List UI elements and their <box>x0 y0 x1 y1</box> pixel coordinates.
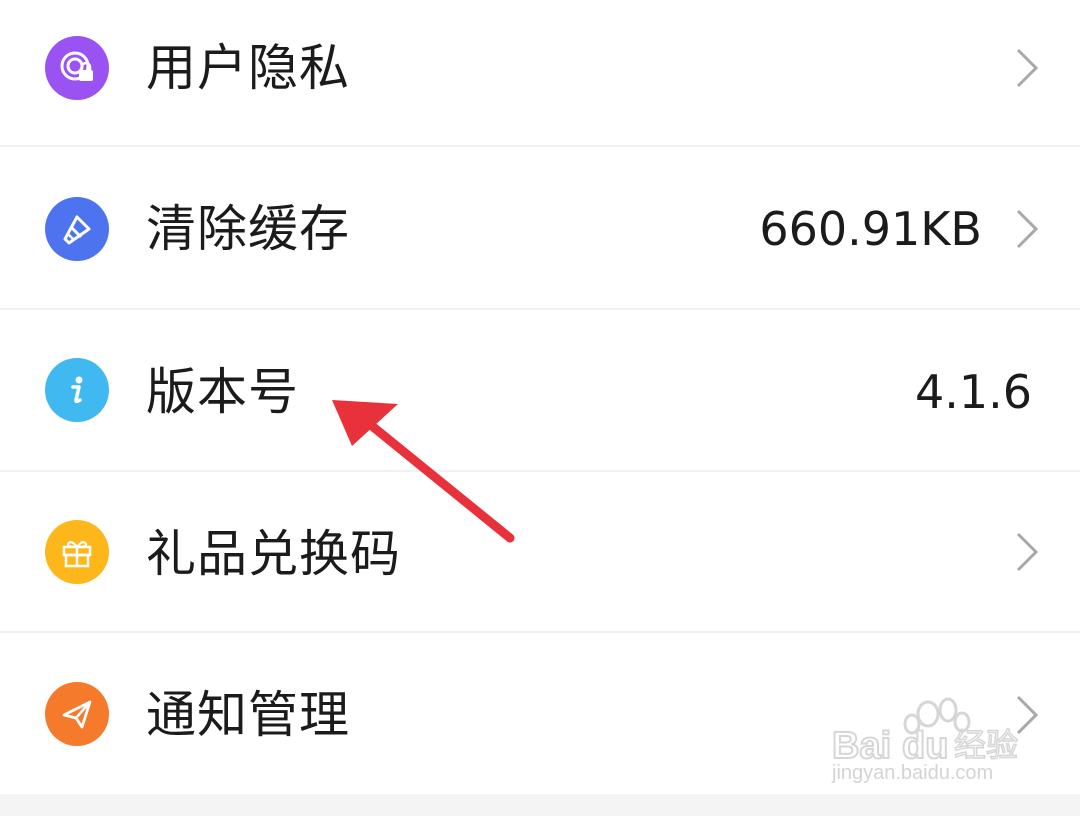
chevron-right-icon <box>1016 532 1039 572</box>
chevron-right-icon <box>1016 209 1039 249</box>
bottom-spacer <box>0 794 1080 816</box>
privacy-lock-icon <box>45 36 109 100</box>
chevron-right-icon <box>1016 48 1039 88</box>
settings-item-label: 清除缓存 <box>146 200 350 258</box>
settings-item-version: 版本号 4.1.6 <box>0 310 1080 470</box>
chevron-right-icon <box>1016 695 1039 735</box>
settings-item-label: 礼品兑换码 <box>146 525 401 583</box>
broom-icon <box>45 197 109 261</box>
settings-list: 用户隐私 清除缓存 660.91KB 版本号 4.1.6 礼品兑换码 通知管理 <box>0 0 1080 794</box>
gift-icon <box>45 520 109 584</box>
settings-item-label: 用户隐私 <box>146 39 350 97</box>
paper-plane-icon <box>45 682 109 746</box>
settings-item-user-privacy[interactable]: 用户隐私 <box>0 0 1080 160</box>
info-icon <box>45 358 109 422</box>
cache-size-value: 660.91KB <box>759 202 982 256</box>
settings-item-label: 版本号 <box>146 363 299 421</box>
version-value: 4.1.6 <box>914 365 1032 419</box>
settings-item-clear-cache[interactable]: 清除缓存 660.91KB <box>0 147 1080 307</box>
watermark-url: jingyan.baidu.com <box>832 762 994 784</box>
settings-item-label: 通知管理 <box>146 686 350 744</box>
settings-item-gift-code[interactable]: 礼品兑换码 <box>0 472 1080 632</box>
